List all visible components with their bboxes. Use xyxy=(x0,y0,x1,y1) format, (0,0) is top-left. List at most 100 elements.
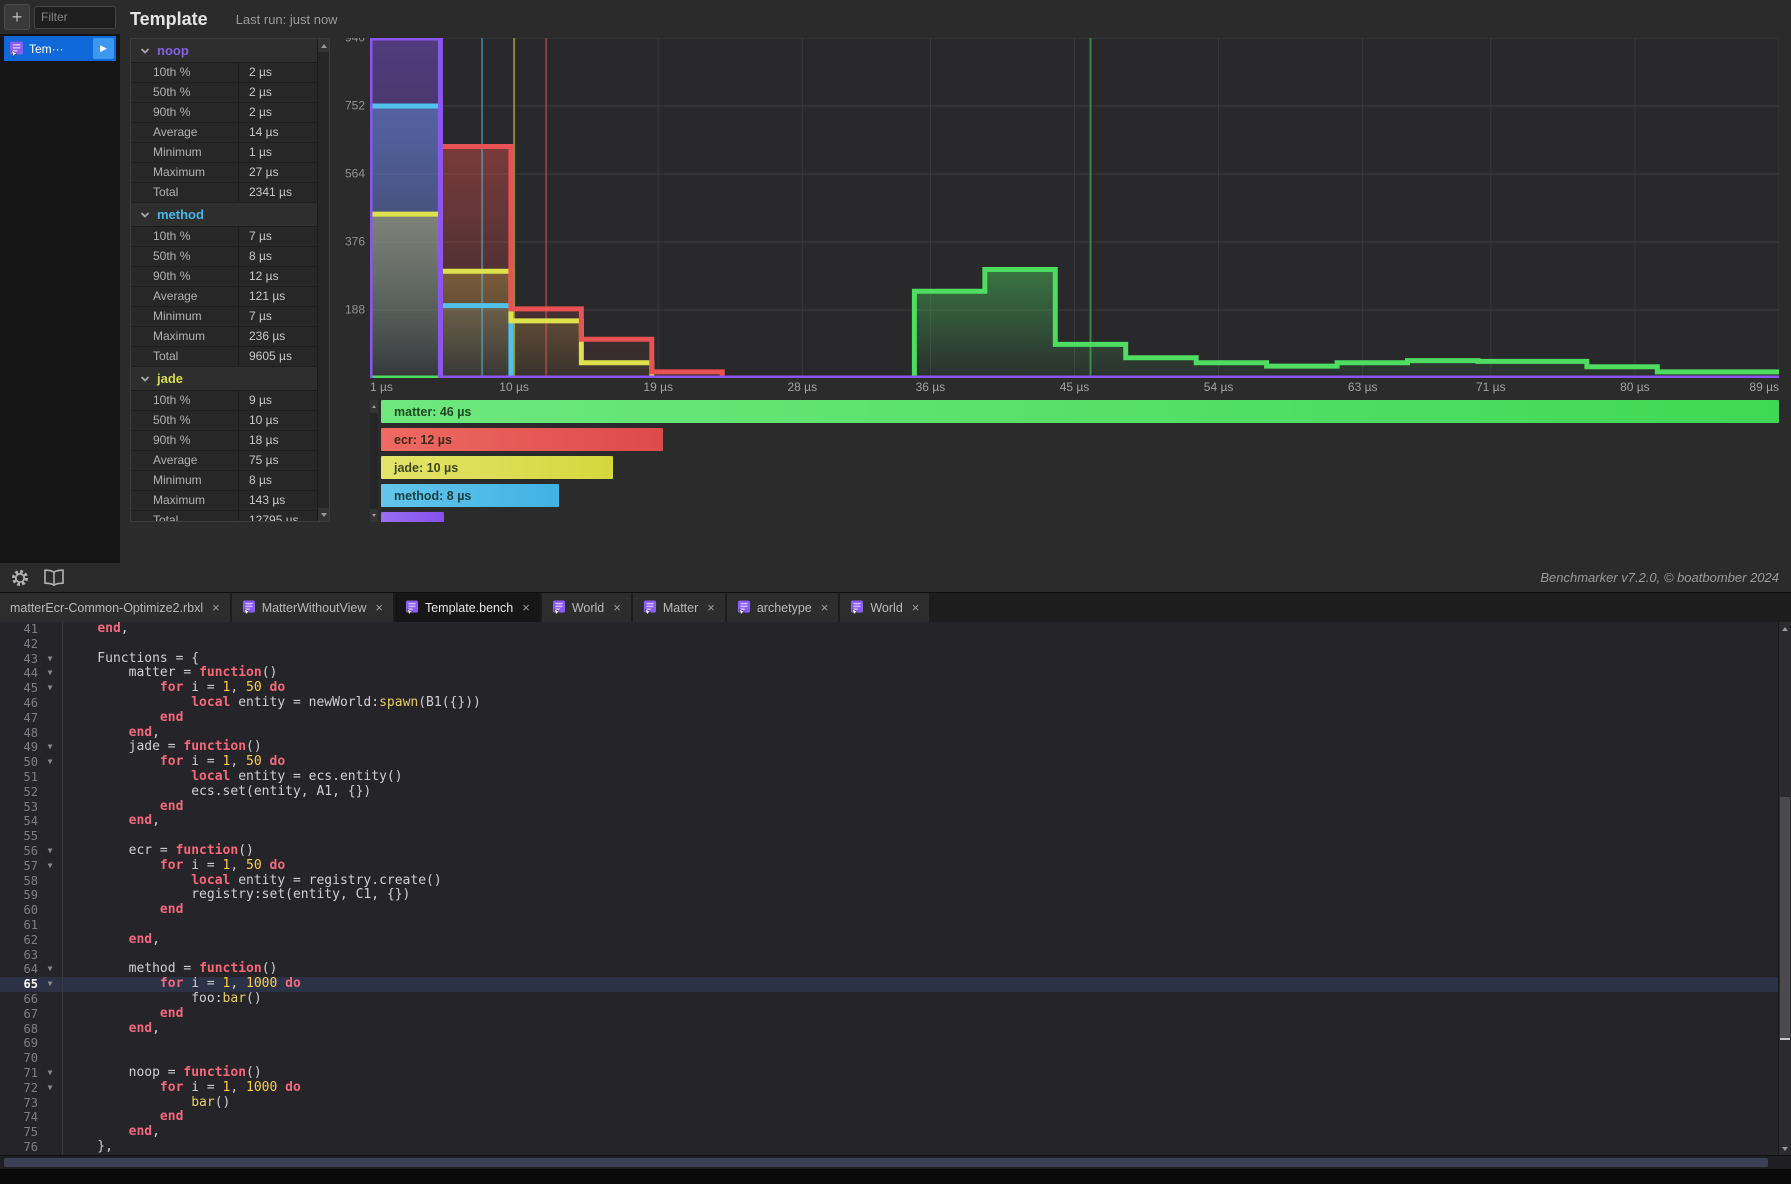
tab-archetype[interactable]: archetype× xyxy=(727,593,839,622)
tab-world[interactable]: World× xyxy=(542,593,631,622)
stat-row: Minimum1 µs xyxy=(131,143,317,163)
x-tick-label: 54 µs xyxy=(1204,380,1234,394)
add-benchmark-button[interactable]: + xyxy=(4,4,30,30)
editor-scroll-down-icon[interactable] xyxy=(1779,1142,1791,1155)
close-icon[interactable]: × xyxy=(522,600,530,615)
tab-matter[interactable]: Matter × xyxy=(633,593,725,622)
fold-arrow-icon[interactable]: ▼ xyxy=(38,1066,62,1081)
plugin-footer: Benchmarker v7.2.0, © boatbomber 2024 xyxy=(0,563,1791,592)
stat-section-header-method[interactable]: method xyxy=(131,203,317,227)
fold-gutter xyxy=(38,1051,62,1066)
fold-gutter xyxy=(38,1022,62,1037)
code-text: end, xyxy=(62,933,160,948)
tab-matterecr-common-optimize2-rbxl[interactable]: matterEcr-Common-Optimize2.rbxl × xyxy=(0,593,230,622)
fold-arrow-icon[interactable]: ▼ xyxy=(38,962,62,977)
fold-gutter xyxy=(38,770,62,785)
benchmark-list: Tem··· ▶ xyxy=(0,34,120,563)
close-icon[interactable]: × xyxy=(212,600,220,615)
benchmark-list-item-template[interactable]: Tem··· ▶ xyxy=(4,36,116,61)
tab-matterwithoutview[interactable]: MatterWithoutView× xyxy=(232,593,393,622)
legend-bar: jade: 10 µs xyxy=(381,456,613,479)
fold-arrow-icon[interactable]: ▼ xyxy=(38,844,62,859)
fold-gutter xyxy=(38,829,62,844)
stat-row: Average121 µs xyxy=(131,287,317,307)
stat-value: 143 µs xyxy=(239,491,317,510)
legend-scroll-up-icon[interactable] xyxy=(370,400,378,413)
run-benchmark-button[interactable]: ▶ xyxy=(93,38,114,59)
line-number: 47 xyxy=(0,711,38,726)
editor-vscroll-thumb[interactable] xyxy=(1780,797,1790,1040)
code-text: }, xyxy=(62,1140,113,1155)
line-number: 63 xyxy=(0,948,38,963)
line-number: 72 xyxy=(0,1081,38,1096)
x-tick-label: 45 µs xyxy=(1060,380,1090,394)
code-line-73: 73 bar() xyxy=(0,1096,1778,1111)
code-text: end, xyxy=(62,726,160,741)
code-line-61: 61 xyxy=(0,918,1778,933)
scroll-down-icon[interactable] xyxy=(318,508,330,521)
line-number: 45 xyxy=(0,681,38,696)
editor-scroll-up-icon[interactable] xyxy=(1779,622,1791,635)
fold-arrow-icon[interactable]: ▼ xyxy=(38,681,62,696)
tab-world[interactable]: World × xyxy=(840,593,929,622)
code-line-62: 62 end, xyxy=(0,933,1778,948)
histogram-chart xyxy=(370,38,1779,378)
code-text: end xyxy=(62,1110,183,1125)
stat-section-header-noop[interactable]: noop xyxy=(131,39,317,63)
stat-section-header-jade[interactable]: jade xyxy=(131,367,317,391)
editor-vertical-scrollbar[interactable] xyxy=(1778,622,1791,1155)
code-area[interactable]: 41 end,4243▼ Functions = {44▼ matter = f… xyxy=(0,622,1778,1155)
tab-template-bench[interactable]: Template.bench× xyxy=(395,593,540,622)
editor-hscroll-thumb[interactable] xyxy=(4,1158,1768,1167)
fold-gutter xyxy=(38,903,62,918)
y-axis: 188376564752940 xyxy=(342,38,370,378)
stat-row: Maximum143 µs xyxy=(131,491,317,511)
code-text: end xyxy=(62,800,183,815)
docs-book-icon[interactable] xyxy=(42,566,66,590)
line-number: 55 xyxy=(0,829,38,844)
editor-horizontal-scrollbar[interactable] xyxy=(0,1155,1791,1169)
fold-arrow-icon[interactable]: ▼ xyxy=(38,859,62,874)
fold-arrow-icon[interactable]: ▼ xyxy=(38,755,62,770)
version-text: Benchmarker v7.2.0, © boatbomber 2024 xyxy=(1540,570,1779,585)
tab-label: World xyxy=(870,601,902,615)
tab-label: matterEcr-Common-Optimize2.rbxl xyxy=(10,601,203,615)
code-line-54: 54 end, xyxy=(0,814,1778,829)
stat-label: 50th % xyxy=(131,83,239,102)
stat-label: 10th % xyxy=(131,227,239,246)
script-icon xyxy=(737,600,751,615)
settings-gear-icon[interactable] xyxy=(8,566,32,590)
gutter-separator xyxy=(62,622,63,1155)
fold-gutter xyxy=(38,933,62,948)
close-icon[interactable]: × xyxy=(912,600,920,615)
close-icon[interactable]: × xyxy=(613,600,621,615)
stats-scrollbar[interactable] xyxy=(317,39,329,521)
script-editor[interactable]: 41 end,4243▼ Functions = {44▼ matter = f… xyxy=(0,622,1791,1155)
legend-scroll-down-icon[interactable] xyxy=(370,509,378,522)
line-number: 56 xyxy=(0,844,38,859)
tab-label: Matter xyxy=(663,601,698,615)
fold-arrow-icon[interactable]: ▼ xyxy=(38,977,62,992)
close-icon[interactable]: × xyxy=(707,600,715,615)
chevron-down-icon xyxy=(140,375,150,383)
fold-gutter xyxy=(38,888,62,903)
fold-arrow-icon[interactable]: ▼ xyxy=(38,1081,62,1096)
close-icon[interactable]: × xyxy=(375,600,383,615)
fold-arrow-icon[interactable]: ▼ xyxy=(38,740,62,755)
line-number: 52 xyxy=(0,785,38,800)
close-icon[interactable]: × xyxy=(821,600,829,615)
script-icon xyxy=(242,600,256,615)
scroll-up-icon[interactable] xyxy=(318,39,330,52)
fold-arrow-icon[interactable]: ▼ xyxy=(38,652,62,667)
code-text: matter = function() xyxy=(62,666,277,681)
stat-label: 90th % xyxy=(131,431,239,450)
x-tick-label: 80 µs xyxy=(1620,380,1650,394)
code-line-49: 49▼ jade = function() xyxy=(0,740,1778,755)
stat-value: 10 µs xyxy=(239,411,317,430)
fold-arrow-icon[interactable]: ▼ xyxy=(38,666,62,681)
filter-input[interactable] xyxy=(34,6,116,29)
benchmark-sidebar: + Tem··· ▶ xyxy=(0,0,120,563)
script-icon xyxy=(9,41,24,57)
chevron-down-icon xyxy=(140,211,150,219)
legend-scrollbar[interactable] xyxy=(370,400,378,522)
